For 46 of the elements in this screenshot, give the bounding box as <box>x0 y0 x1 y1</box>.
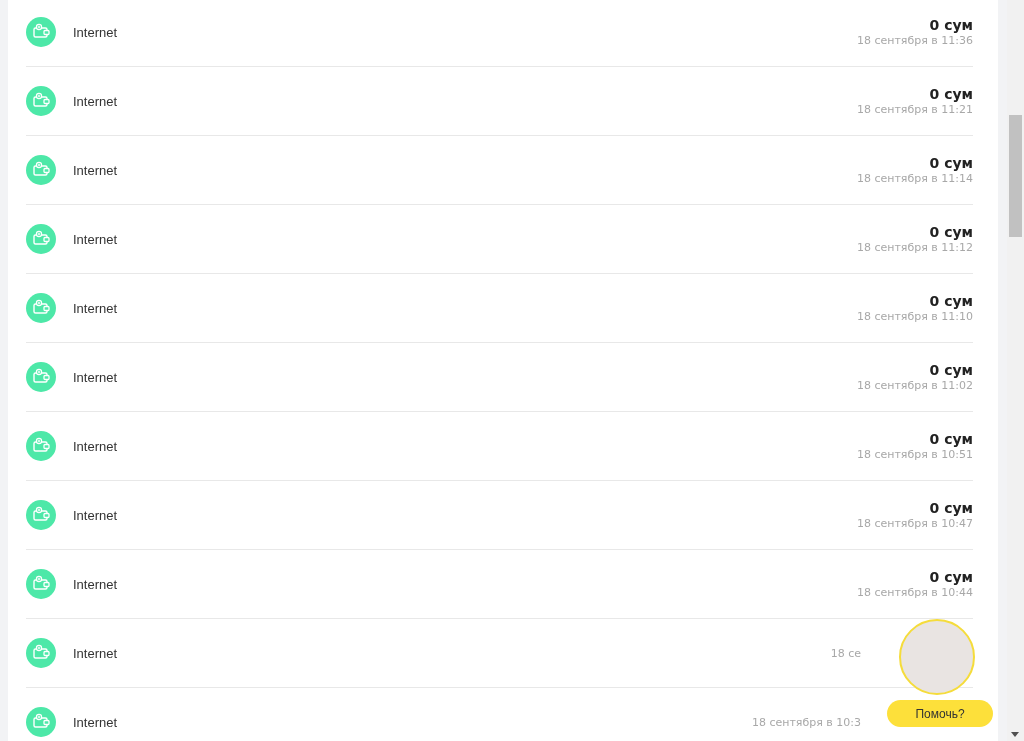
wallet-icon <box>26 569 56 599</box>
transaction-name: Internet <box>73 438 118 454</box>
transaction-name: Internet <box>73 300 118 316</box>
transaction-amount: 0 сум <box>929 86 973 102</box>
transaction-date: 18 сентября в 10:44 <box>856 586 973 599</box>
transaction-date: 18 сентября в 10:3 <box>751 716 861 729</box>
transaction-name: Internet <box>73 645 118 661</box>
transaction-date: 18 сентября в 11:14 <box>856 172 973 185</box>
transaction-name: Internet <box>73 93 118 109</box>
scrollbar[interactable] <box>1007 0 1024 741</box>
transaction-date: 18 сентября в 11:36 <box>856 34 973 47</box>
wallet-icon <box>26 638 56 668</box>
transaction-amount: 0 сум <box>929 155 973 171</box>
wallet-icon <box>26 86 56 116</box>
transaction-amount: 0 сум <box>929 293 973 309</box>
transaction-name: Internet <box>73 369 118 385</box>
transaction-date: 18 сентября в 11:21 <box>856 103 973 116</box>
transaction-date: 18 сентября в 10:47 <box>856 517 973 530</box>
transaction-name: Internet <box>73 231 118 247</box>
transaction-amount: 0 сум <box>929 500 973 516</box>
transaction-amount: 0 сум <box>929 17 973 33</box>
transaction-name: Internet <box>73 576 118 592</box>
wallet-icon <box>26 707 56 737</box>
transaction-date: 18 сентября в 11:10 <box>856 310 973 323</box>
wallet-icon <box>26 155 56 185</box>
transaction-name: Internet <box>73 507 118 523</box>
wallet-icon <box>26 500 56 530</box>
wallet-icon <box>26 293 56 323</box>
transaction-name: Internet <box>73 714 118 730</box>
transaction-date: 18 сентября в 11:02 <box>856 379 973 392</box>
transaction-name: Internet <box>73 162 118 178</box>
wallet-icon <box>26 17 56 47</box>
scroll-down-icon[interactable] <box>1011 732 1019 737</box>
transaction-amount: 0 сум <box>929 362 973 378</box>
help-button[interactable]: Помочь? <box>887 700 993 727</box>
transaction-name: Internet <box>73 24 118 40</box>
transaction-date: 18 сентября в 11:12 <box>856 241 973 254</box>
wallet-icon <box>26 431 56 461</box>
transaction-amount: 0 сум <box>929 569 973 585</box>
scrollbar-thumb[interactable] <box>1009 115 1022 237</box>
wallet-icon <box>26 224 56 254</box>
wallet-icon <box>26 362 56 392</box>
transaction-amount: 0 сум <box>929 224 973 240</box>
transaction-date: 18 сентября в 10:51 <box>856 448 973 461</box>
transaction-amount: 0 сум <box>929 431 973 447</box>
transaction-date: 18 се <box>830 647 861 660</box>
